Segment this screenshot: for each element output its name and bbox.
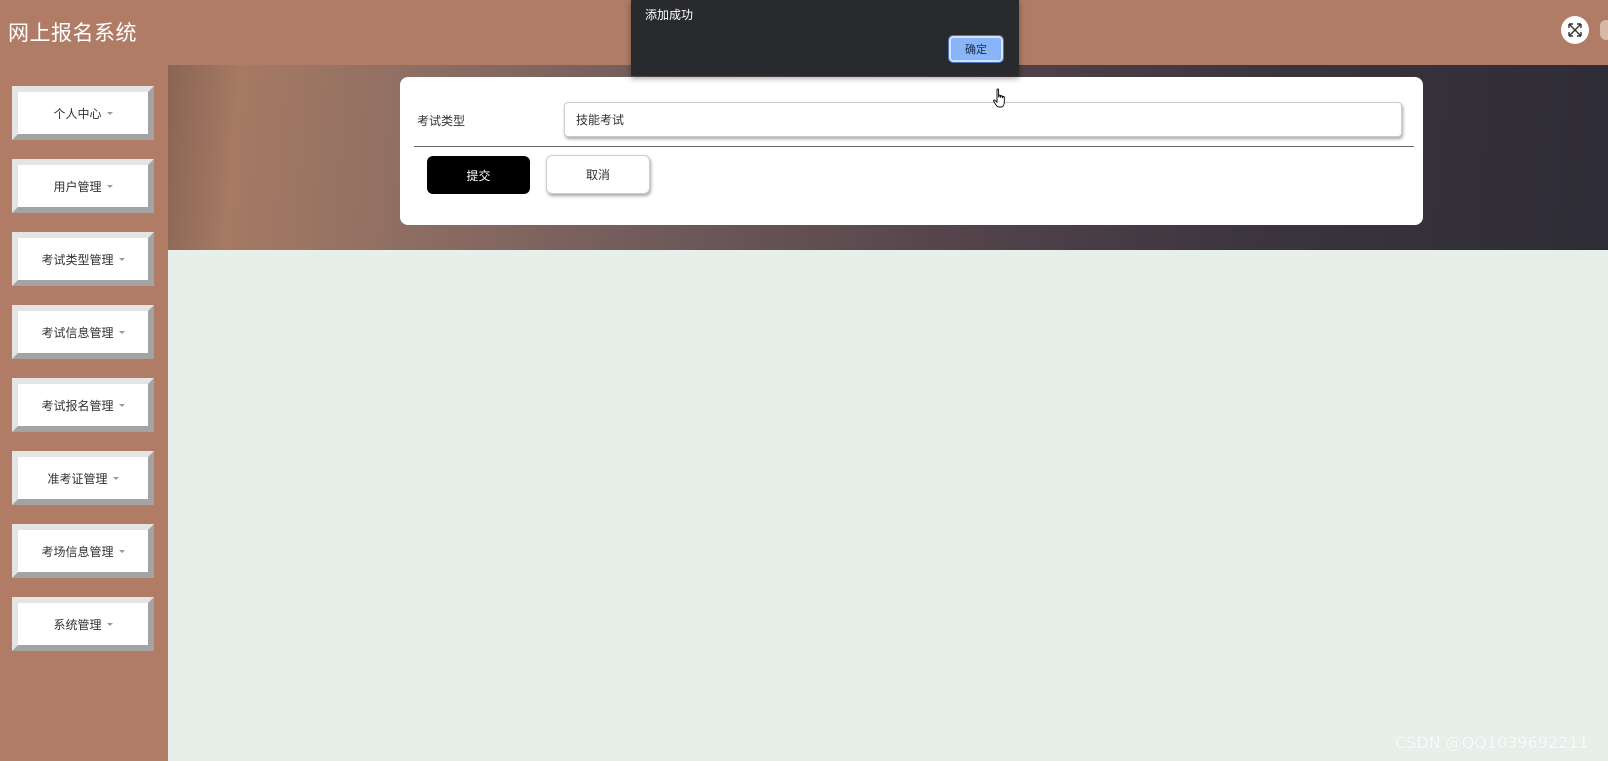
- expand-icon: [1568, 23, 1582, 37]
- sidebar-item-exam-room-management[interactable]: 考场信息管理: [12, 524, 154, 578]
- caret-down-icon: [118, 404, 125, 407]
- sidebar-item-admission-ticket-management[interactable]: 准考证管理: [12, 451, 154, 505]
- dialog-ok-button[interactable]: 确定: [948, 35, 1004, 63]
- caret-down-icon: [112, 477, 119, 480]
- dialog-message: 添加成功: [645, 8, 694, 22]
- submit-button[interactable]: 提交: [427, 156, 530, 194]
- exam-type-input[interactable]: [564, 102, 1402, 137]
- sidebar-item-label: 考场信息管理: [41, 544, 114, 559]
- sidebar: 个人中心 用户管理 考试类型管理 考试信息管理 考试报名管理 准考证管理 考场信…: [0, 65, 168, 761]
- sidebar-item-exam-type-management[interactable]: 考试类型管理: [12, 232, 154, 286]
- sidebar-item-label: 用户管理: [53, 179, 102, 194]
- sidebar-item-label: 系统管理: [53, 617, 102, 632]
- sidebar-item-label: 考试报名管理: [41, 398, 114, 413]
- exam-type-label: 考试类型: [417, 114, 466, 128]
- caret-down-icon: [106, 112, 113, 115]
- form-divider: [414, 146, 1414, 147]
- sidebar-item-system-management[interactable]: 系统管理: [12, 597, 154, 651]
- hand-pointer-icon: [993, 88, 1005, 108]
- sidebar-item-label: 准考证管理: [47, 471, 108, 486]
- sidebar-item-label: 个人中心: [53, 106, 102, 121]
- app-title: 网上报名系统: [8, 21, 137, 45]
- sidebar-item-user-management[interactable]: 用户管理: [12, 159, 154, 213]
- caret-down-icon: [118, 331, 125, 334]
- form-card: 考试类型 提交 取消: [400, 77, 1423, 225]
- caret-down-icon: [118, 550, 125, 553]
- watermark: CSDN @QQ1039692211: [1395, 733, 1589, 752]
- sidebar-item-exam-info-management[interactable]: 考试信息管理: [12, 305, 154, 359]
- sidebar-item-exam-registration-management[interactable]: 考试报名管理: [12, 378, 154, 432]
- caret-down-icon: [106, 623, 113, 626]
- caret-down-icon: [118, 258, 125, 261]
- fullscreen-button[interactable]: [1561, 16, 1589, 44]
- cancel-button[interactable]: 取消: [546, 155, 650, 194]
- caret-down-icon: [106, 185, 113, 188]
- sidebar-item-personal-center[interactable]: 个人中心: [12, 86, 154, 140]
- sidebar-item-label: 考试信息管理: [41, 325, 114, 340]
- edge-handle: [1600, 20, 1608, 40]
- sidebar-item-label: 考试类型管理: [41, 252, 114, 267]
- alert-dialog: 添加成功 确定: [631, 0, 1019, 76]
